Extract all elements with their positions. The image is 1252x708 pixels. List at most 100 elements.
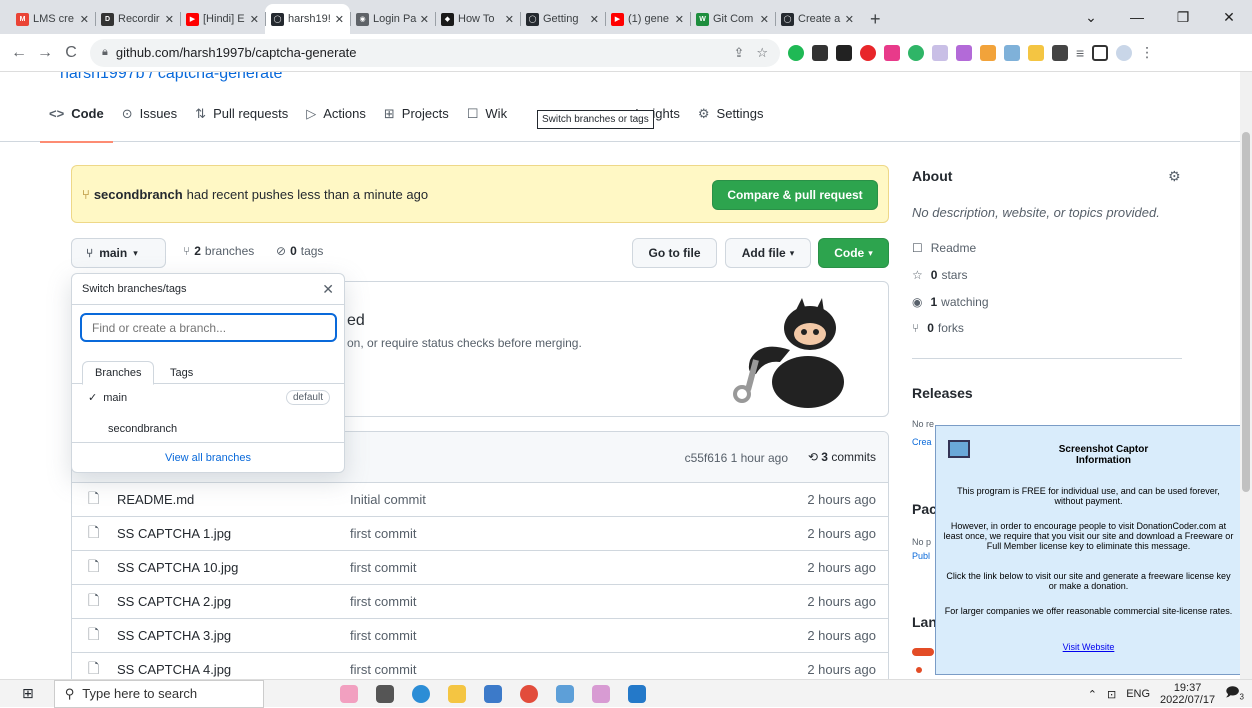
language-indicator[interactable]: ENG (1126, 688, 1150, 700)
browser-tab[interactable]: ▶ (1) gene ✕ (605, 4, 690, 34)
windows-start-icon[interactable]: ⊞ (22, 685, 34, 702)
store-icon[interactable] (483, 684, 502, 703)
camera-extension-icon[interactable] (836, 44, 852, 61)
visit-website-link[interactable]: Visit Website (942, 642, 1235, 652)
restore-button[interactable]: ❐ (1160, 9, 1206, 26)
lock-icon[interactable]: 🔒︎ (102, 46, 108, 59)
extension-icon[interactable] (932, 44, 948, 61)
banner-branch-name[interactable]: secondbranch (94, 187, 183, 202)
tab-search-icon[interactable]: ⌄ (1068, 9, 1114, 26)
tab-issues[interactable]: ⊙ Issues (113, 86, 186, 142)
minimize-button[interactable]: — (1114, 9, 1160, 25)
app-icon[interactable] (591, 684, 610, 703)
code-button[interactable]: Code ▾ (818, 238, 889, 268)
new-tab-button[interactable]: + (860, 4, 891, 34)
forks-link[interactable]: ⑂ 0 forks (912, 321, 964, 335)
file-name[interactable]: SS CAPTCHA 10.jpg (117, 560, 238, 575)
extension-icon[interactable] (908, 44, 924, 61)
branch-item-main[interactable]: ✓ main default (72, 382, 344, 413)
file-explorer-icon[interactable] (447, 684, 466, 703)
tab-close-icon[interactable]: ✕ (335, 13, 344, 26)
branch-item-secondbranch[interactable]: secondbranch (72, 413, 344, 444)
tab-close-icon[interactable]: ✕ (250, 13, 259, 26)
gear-icon[interactable]: ⚙ (1168, 168, 1181, 185)
branches-link[interactable]: ⑂ 2 branches (183, 244, 254, 258)
vscode-icon[interactable] (627, 684, 646, 703)
stars-link[interactable]: ☆ 0 stars (912, 268, 967, 282)
close-icon[interactable]: ✕ (322, 281, 334, 298)
file-row[interactable]: 🗋︎ SS CAPTCHA 3.jpg first commit 2 hours ag… (72, 619, 888, 653)
scrollbar-thumb[interactable] (1242, 132, 1250, 492)
pen-extension-icon[interactable] (956, 44, 972, 61)
file-row[interactable]: 🗋︎ README.md Initial commit 2 hours ago (72, 483, 888, 517)
extension-icon[interactable] (980, 44, 996, 61)
clock[interactable]: 19:37 2022/07/17 (1160, 682, 1215, 706)
browser-tab[interactable]: ◆ How To ✕ (435, 4, 520, 34)
browser-tab[interactable]: ◯ harsh19! ✕ (265, 4, 350, 34)
tab-close-icon[interactable]: ✕ (420, 13, 429, 26)
browser-tab[interactable]: ◯ Getting ✕ (520, 4, 605, 34)
commit-message[interactable]: first commit (350, 560, 416, 575)
commit-message[interactable]: first commit (350, 628, 416, 643)
browser-tab[interactable]: ◉ Login Pa ✕ (350, 4, 435, 34)
packages-title[interactable]: Pac (912, 501, 937, 517)
readme-link[interactable]: ☐ Readme (912, 241, 976, 255)
file-name[interactable]: README.md (117, 492, 194, 507)
browser-tab[interactable]: M LMS cre ✕ (10, 4, 95, 34)
browser-tab[interactable]: ▶ [Hindi] E ✕ (180, 4, 265, 34)
tab-close-icon[interactable]: ✕ (80, 13, 89, 26)
go-to-file-button[interactable]: Go to file (632, 238, 717, 268)
view-all-branches-link[interactable]: View all branches (72, 442, 344, 472)
bookmark-star-icon[interactable]: ☆ (756, 45, 768, 61)
file-row[interactable]: 🗋︎ SS CAPTCHA 1.jpg first commit 2 hours ag… (72, 517, 888, 551)
commit-message[interactable]: first commit (350, 662, 416, 677)
puzzle-extensions-icon[interactable] (1052, 44, 1068, 61)
tab-pull-requests[interactable]: ⇅ Pull requests (186, 86, 297, 142)
tab-close-icon[interactable]: ✕ (505, 13, 514, 26)
app-icon[interactable] (555, 684, 574, 703)
tab-wik[interactable]: ☐ Wik (458, 86, 516, 142)
add-file-button[interactable]: Add file ▾ (725, 238, 811, 268)
url-text[interactable]: github.com/harsh1997b/captcha-generate (116, 45, 357, 60)
create-release-link[interactable]: Crea (912, 437, 932, 447)
page-scrollbar[interactable] (1240, 72, 1252, 679)
back-icon[interactable]: ← (6, 44, 32, 62)
commit-summary[interactable]: c55f616 1 hour ago (685, 451, 788, 465)
file-row[interactable]: 🗋︎ SS CAPTCHA 2.jpg first commit 2 hours ag… (72, 585, 888, 619)
chrome-icon[interactable] (519, 684, 538, 703)
side-panel-icon[interactable] (1092, 44, 1109, 61)
tab-close-icon[interactable]: ✕ (675, 13, 684, 26)
extension-icon[interactable] (1004, 44, 1020, 61)
branch-search-input[interactable] (80, 313, 337, 342)
network-icon[interactable]: ⊡ (1107, 688, 1116, 701)
browser-tab[interactable]: ◯ Create a ✕ (775, 4, 860, 34)
opera-extension-icon[interactable] (860, 44, 876, 61)
extension-icon[interactable] (788, 44, 804, 61)
file-name[interactable]: SS CAPTCHA 3.jpg (117, 628, 231, 643)
extension-icon[interactable] (884, 44, 900, 61)
notification-icon[interactable]: 🗩︎3 (1225, 683, 1244, 705)
file-name[interactable]: SS CAPTCHA 1.jpg (117, 526, 231, 541)
compare-pull-request-button[interactable]: Compare & pull request (712, 180, 878, 210)
reload-icon[interactable]: C (58, 44, 84, 62)
file-row[interactable]: 🗋︎ SS CAPTCHA 10.jpg first commit 2 hours a… (72, 551, 888, 585)
commits-link[interactable]: ⟲ 3 commits (808, 450, 876, 464)
branch-select-button[interactable]: ⑂ main ▾ (71, 238, 166, 268)
browser-tab[interactable]: D Recordir ✕ (95, 4, 180, 34)
profile-avatar[interactable] (1116, 44, 1133, 61)
commit-message[interactable]: first commit (350, 526, 416, 541)
tab-projects[interactable]: ⊞ Projects (375, 86, 458, 142)
tab-close-icon[interactable]: ✕ (590, 13, 599, 26)
tab-close-icon[interactable]: ✕ (760, 13, 769, 26)
publish-package-link[interactable]: Publ (912, 551, 930, 561)
browser-tab[interactable]: W Git Com ✕ (690, 4, 775, 34)
chevron-up-icon[interactable]: ⌃ (1088, 688, 1097, 701)
emoji-widget-icon[interactable] (339, 684, 358, 703)
extension-icon[interactable] (1028, 44, 1044, 61)
tab-close-icon[interactable]: ✕ (845, 13, 854, 26)
watching-link[interactable]: ◉ 1 watching (912, 295, 989, 309)
file-name[interactable]: SS CAPTCHA 2.jpg (117, 594, 231, 609)
tab-close-icon[interactable]: ✕ (165, 13, 174, 26)
close-window-button[interactable]: ✕ (1206, 9, 1252, 26)
browser-menu-icon[interactable]: ⋮ (1140, 44, 1154, 61)
